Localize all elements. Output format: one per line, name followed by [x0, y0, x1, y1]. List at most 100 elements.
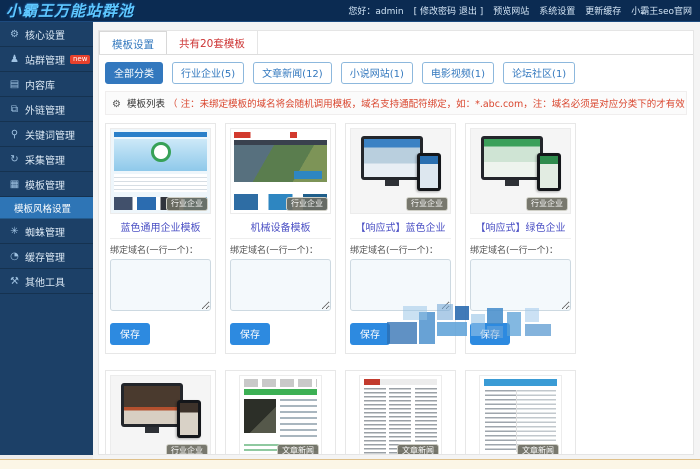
header-links: 您好：admin [ 修改密码 退出 ] 预览网站 系统设置 更新缓存 小霸王seo官网	[348, 4, 692, 17]
sidebar-item-内容库[interactable]: ▤ 内容库	[0, 72, 93, 97]
top-header: 小霸王万能站群池 您好：admin [ 修改密码 退出 ] 预览网站 系统设置 更新缓…	[0, 0, 700, 22]
template-icon: ▦	[9, 178, 20, 190]
template-thumbnail[interactable]: 文章新闻	[359, 375, 442, 454]
gear-icon: ⚙	[10, 28, 19, 40]
sidebar-item-站群管理[interactable]: ♟ 站群管理 new	[0, 47, 93, 72]
sidebar-item-label: 站群管理	[25, 55, 65, 67]
sidebar-item-模板风格设置[interactable]: 模板风格设置	[0, 197, 93, 219]
template-card: 行业企业 【响应式】绿色企业 绑定域名(一行一个)： 保存	[465, 123, 576, 354]
sidebar-item-其他工具[interactable]: ⚒ 其他工具	[0, 269, 93, 294]
sidebar-item-外链管理[interactable]: ⧉ 外链管理	[0, 97, 93, 122]
template-card: 文章新闻 xbwseo01 绑定域名(一行一个)： 保存	[345, 370, 456, 454]
sidebar-item-label: 缓存管理	[25, 252, 65, 264]
template-grid: 行业企业 蓝色通用企业模板 绑定域名(一行一个)： 保存 行业企业 机械设备模板…	[99, 115, 693, 454]
template-card: 文章新闻 xbwseo02 绑定域名(一行一个)： 保存	[465, 370, 576, 454]
template-name-link[interactable]: 【响应式】蓝色企业	[350, 214, 451, 239]
bind-domain-textarea[interactable]	[350, 259, 451, 311]
sidebar-item-label: 模板管理	[25, 180, 65, 192]
sidebar-item-蜘蛛管理[interactable]: ✳ 蜘蛛管理	[0, 219, 93, 244]
gear-icon: ⚙	[112, 99, 121, 110]
bind-domain-textarea[interactable]	[110, 259, 211, 311]
template-thumbnail[interactable]: 文章新闻	[239, 375, 322, 454]
header-link[interactable]: [ 修改密码 退出 ]	[414, 4, 484, 17]
users-icon: ♟	[10, 53, 19, 65]
bind-domain-textarea[interactable]	[230, 259, 331, 311]
category-badge: 行业企业	[526, 197, 568, 211]
new-badge: new	[70, 54, 91, 64]
sidebar-item-label: 其他工具	[25, 277, 65, 289]
template-thumbnail[interactable]: 行业企业	[470, 128, 571, 214]
header-link[interactable]: 系统设置	[539, 4, 575, 17]
template-name-link[interactable]: 机械设备模板	[230, 214, 331, 239]
save-button[interactable]: 保存	[470, 323, 510, 345]
sidebar-item-缓存管理[interactable]: ◔ 缓存管理	[0, 244, 93, 269]
sidebar-item-label: 内容库	[25, 80, 55, 92]
template-name-link[interactable]: 【响应式】绿色企业	[470, 214, 571, 239]
template-thumbnail[interactable]: 行业企业	[110, 128, 211, 214]
category-badge: 行业企业	[286, 197, 328, 211]
bind-domain-textarea[interactable]	[470, 259, 571, 311]
category-badge: 文章新闻	[517, 444, 559, 454]
spider-icon: ✳	[10, 225, 19, 237]
category-button-文章新闻(12)[interactable]: 文章新闻(12)	[253, 62, 332, 84]
save-button[interactable]: 保存	[110, 323, 150, 345]
sidebar-item-核心设置[interactable]: ⚙ 核心设置	[0, 22, 93, 47]
library-icon: ▤	[9, 78, 20, 90]
content-panel: 模板设置 共有20套模板 全部分类 行业企业(5) 文章新闻(12) 小说网站(1) 电…	[98, 30, 694, 455]
bind-domain-label: 绑定域名(一行一个)：	[230, 246, 319, 256]
app-logo: 小霸王万能站群池	[6, 2, 135, 20]
category-button-全部分类[interactable]: 全部分类	[105, 62, 163, 84]
header-link[interactable]: 预览网站	[493, 4, 529, 17]
template-card: 文章新闻 default 绑定域名(一行一个)： 保存	[225, 370, 336, 454]
sidebar-item-label: 核心设置	[25, 30, 65, 42]
sidebar-item-label: 关键词管理	[25, 130, 75, 142]
template-name-link[interactable]: 蓝色通用企业模板	[110, 214, 211, 239]
note-title: 模板列表	[127, 99, 166, 110]
header-link[interactable]: 更新缓存	[585, 4, 621, 17]
category-badge: 文章新闻	[397, 444, 439, 454]
note-open: （	[168, 99, 181, 110]
sidebar: ⚙ 核心设置 ♟ 站群管理 new ▤ 内容库 ⧉ 外链管理 ⚲ 关键词管理 ↻ 采集管理 ▦ 模板管理模板…	[0, 22, 93, 455]
template-thumbnail[interactable]: 文章新闻	[479, 375, 562, 454]
template-card: 行业企业 蓝色通用企业模板 绑定域名(一行一个)： 保存	[105, 123, 216, 354]
bind-domain-label: 绑定域名(一行一个)：	[350, 246, 439, 256]
category-badge: 文章新闻	[277, 444, 319, 454]
sidebar-item-label: 采集管理	[25, 155, 65, 167]
template-thumbnail[interactable]: 行业企业	[350, 128, 451, 214]
category-badge: 行业企业	[406, 197, 448, 211]
collect-icon: ↻	[10, 153, 19, 165]
sidebar-item-采集管理[interactable]: ↻ 采集管理	[0, 147, 93, 172]
main-area: 模板设置 共有20套模板 全部分类 行业企业(5) 文章新闻(12) 小说网站(1) 电…	[93, 22, 700, 469]
category-badge: 行业企业	[166, 197, 208, 211]
save-button[interactable]: 保存	[350, 323, 390, 345]
link-icon: ⧉	[10, 103, 19, 115]
template-card: 行业企业 【响应式】企业模板 绑定域名(一行一个)： 保存	[105, 370, 216, 454]
tab-bar: 模板设置 共有20套模板	[99, 31, 693, 55]
category-filter-bar: 全部分类 行业企业(5) 文章新闻(12) 小说网站(1) 电影视频(1) 论坛社区(1)	[99, 55, 693, 89]
sidebar-item-模板管理[interactable]: ▦ 模板管理	[0, 172, 93, 197]
cache-icon: ◔	[10, 250, 19, 262]
category-button-论坛社区(1)[interactable]: 论坛社区(1)	[503, 62, 576, 84]
category-button-行业企业(5)[interactable]: 行业企业(5)	[172, 62, 245, 84]
note-close: ）	[685, 99, 686, 110]
sidebar-item-label: 外链管理	[25, 105, 65, 117]
category-button-电影视频(1)[interactable]: 电影视频(1)	[421, 62, 495, 84]
sidebar-item-关键词管理[interactable]: ⚲ 关键词管理	[0, 122, 93, 147]
template-card: 行业企业 【响应式】蓝色企业 绑定域名(一行一个)： 保存	[345, 123, 456, 354]
template-thumbnail[interactable]: 行业企业	[230, 128, 331, 214]
template-count-label: 共有20套模板	[167, 31, 258, 54]
save-button[interactable]: 保存	[230, 323, 270, 345]
bind-domain-label: 绑定域名(一行一个)：	[470, 246, 559, 256]
category-button-小说网站(1)[interactable]: 小说网站(1)	[340, 62, 413, 84]
bind-domain-label: 绑定域名(一行一个)：	[110, 246, 199, 256]
template-card: 行业企业 机械设备模板 绑定域名(一行一个)： 保存	[225, 123, 336, 354]
tools-icon: ⚒	[10, 275, 19, 287]
tab-template-settings[interactable]: 模板设置	[99, 31, 167, 54]
template-thumbnail[interactable]: 行业企业	[110, 375, 211, 454]
sidebar-item-label: 蜘蛛管理	[25, 227, 65, 239]
sidebar-item-label: 模板风格设置	[14, 203, 72, 215]
header-greeting: 您好：admin	[348, 7, 404, 17]
header-link[interactable]: 小霸王seo官网	[631, 4, 692, 17]
category-badge: 行业企业	[166, 444, 208, 454]
bottom-strip	[0, 459, 700, 469]
